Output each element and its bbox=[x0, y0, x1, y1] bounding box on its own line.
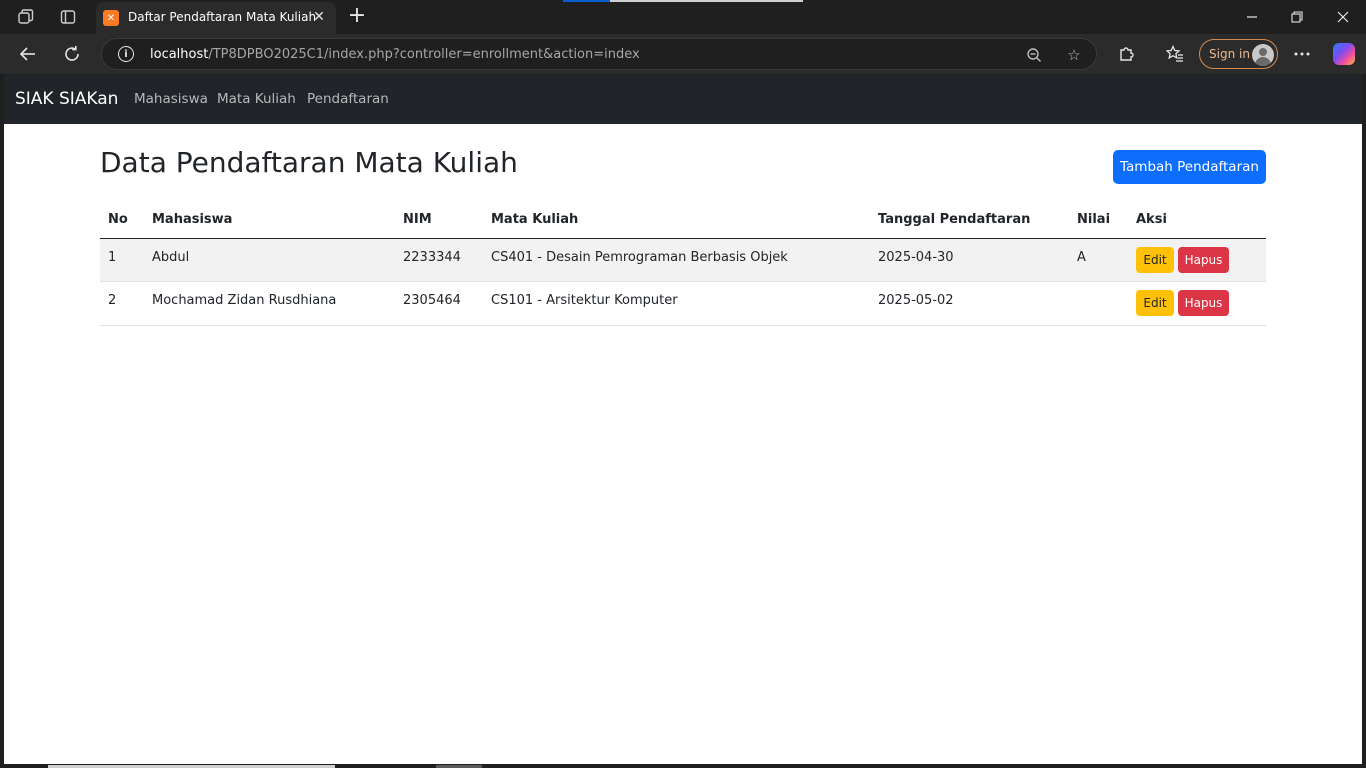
nav-link-mata-kuliah[interactable]: Mata Kuliah bbox=[217, 91, 296, 107]
col-header-tanggal: Tanggal Pendaftaran bbox=[870, 202, 1069, 239]
col-header-mata-kuliah: Mata Kuliah bbox=[483, 202, 870, 239]
cell-mahasiswa: Abdul bbox=[144, 238, 395, 282]
puzzle-icon[interactable] bbox=[1114, 42, 1138, 66]
page-title: Data Pendaftaran Mata Kuliah bbox=[100, 146, 518, 179]
more-icon[interactable] bbox=[1290, 42, 1314, 66]
edit-button[interactable]: Edit bbox=[1136, 290, 1174, 316]
col-header-mahasiswa: Mahasiswa bbox=[144, 202, 395, 239]
plus-icon[interactable]: + bbox=[346, 5, 368, 28]
back-arrow-icon[interactable] bbox=[16, 42, 40, 66]
cell-nilai bbox=[1069, 281, 1128, 326]
col-header-nim: NIM bbox=[395, 202, 483, 239]
navbar-brand[interactable]: SIAK SIAKan bbox=[15, 89, 118, 109]
cell-aksi: Edit Hapus bbox=[1128, 281, 1266, 326]
col-header-no: No bbox=[100, 202, 144, 239]
nav-link-mahasiswa[interactable]: Mahasiswa bbox=[134, 91, 208, 107]
favorites-icon[interactable] bbox=[1163, 42, 1187, 66]
col-header-aksi: Aksi bbox=[1128, 202, 1266, 239]
cell-mata-kuliah: CS401 - Desain Pemrograman Berbasis Obje… bbox=[483, 238, 870, 282]
workspaces-icon[interactable] bbox=[16, 7, 36, 27]
close-icon[interactable]: ✕ bbox=[310, 8, 328, 26]
delete-button[interactable]: Hapus bbox=[1178, 290, 1229, 316]
sign-in-button[interactable]: Sign in bbox=[1199, 39, 1278, 69]
address-bar[interactable]: i localhost/TP8DPBO2025C1/index.php?cont… bbox=[101, 38, 1097, 70]
nav-link-pendaftaran[interactable]: Pendaftaran bbox=[307, 91, 389, 107]
url-host: localhost bbox=[150, 47, 209, 62]
minimize-icon[interactable] bbox=[1240, 6, 1264, 28]
cell-tanggal: 2025-05-02 bbox=[870, 281, 1069, 326]
cell-mata-kuliah: CS101 - Arsitektur Komputer bbox=[483, 281, 870, 326]
cell-nim: 2305464 bbox=[395, 281, 483, 326]
navbar: SIAK SIAKan Mahasiswa Mata Kuliah Pendaf… bbox=[4, 74, 1362, 124]
copilot-icon[interactable] bbox=[1333, 43, 1355, 65]
page-load-progress bbox=[563, 0, 610, 2]
cell-aksi: Edit Hapus bbox=[1128, 238, 1266, 282]
url-path: /TP8DPBO2025C1/index.php?controller=enro… bbox=[208, 47, 640, 62]
info-icon[interactable]: i bbox=[118, 46, 134, 62]
table-row: 2 Mochamad Zidan Rusdhiana 2305464 CS101… bbox=[100, 281, 1266, 326]
star-icon[interactable]: ☆ bbox=[1064, 45, 1084, 65]
xampp-icon: ✕ bbox=[103, 10, 119, 26]
browser-toolbar: i localhost/TP8DPBO2025C1/index.php?cont… bbox=[0, 34, 1366, 74]
table-row: 1 Abdul 2233344 CS401 - Desain Pemrogram… bbox=[100, 238, 1266, 282]
cell-nilai: A bbox=[1069, 238, 1128, 282]
delete-button[interactable]: Hapus bbox=[1178, 246, 1229, 273]
refresh-icon[interactable] bbox=[60, 42, 84, 66]
cell-no: 2 bbox=[100, 281, 144, 326]
tab-title: Daftar Pendaftaran Mata Kuliah bbox=[128, 10, 317, 24]
avatar bbox=[1252, 44, 1274, 66]
browser-tab-bar: ✕ Daftar Pendaftaran Mata Kuliah ✕ + bbox=[0, 0, 1366, 34]
cell-mahasiswa: Mochamad Zidan Rusdhiana bbox=[144, 281, 395, 326]
col-header-nilai: Nilai bbox=[1069, 202, 1128, 239]
cell-no: 1 bbox=[100, 238, 144, 282]
page-viewport: SIAK SIAKan Mahasiswa Mata Kuliah Pendaf… bbox=[4, 74, 1362, 764]
tab-active[interactable]: ✕ Daftar Pendaftaran Mata Kuliah ✕ bbox=[96, 2, 336, 34]
edit-button[interactable]: Edit bbox=[1136, 246, 1174, 273]
cell-tanggal: 2025-04-30 bbox=[870, 238, 1069, 282]
cell-nim: 2233344 bbox=[395, 238, 483, 282]
restore-icon[interactable] bbox=[1285, 6, 1309, 28]
url-text[interactable]: localhost/TP8DPBO2025C1/index.php?contro… bbox=[150, 47, 640, 62]
sign-in-label: Sign in bbox=[1209, 47, 1250, 61]
add-enrollment-button[interactable]: Tambah Pendaftaran bbox=[1113, 150, 1266, 184]
tab-actions-icon[interactable] bbox=[58, 7, 78, 27]
window-close-icon[interactable] bbox=[1331, 6, 1355, 28]
zoom-out-icon[interactable] bbox=[1024, 45, 1044, 65]
enrollment-table: No Mahasiswa NIM Mata Kuliah Tanggal Pen… bbox=[100, 202, 1266, 326]
table-header-row: No Mahasiswa NIM Mata Kuliah Tanggal Pen… bbox=[100, 202, 1266, 239]
